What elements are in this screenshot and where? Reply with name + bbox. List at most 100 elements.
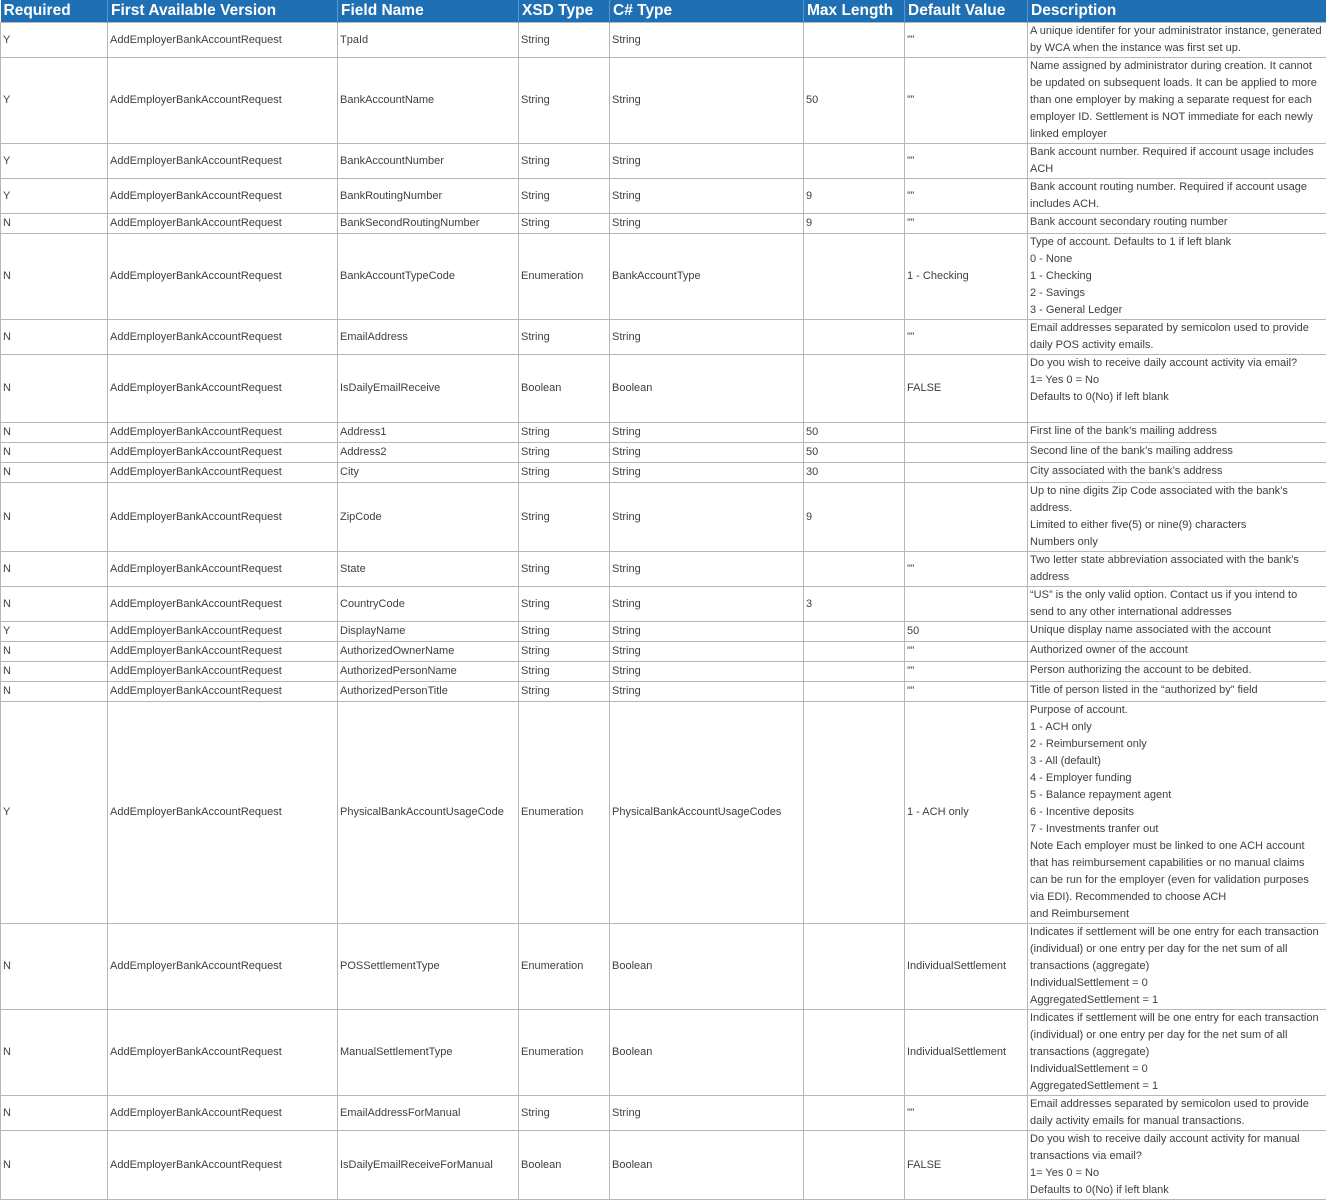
cell-description: Bank account routing number. Required if… [1028, 179, 1326, 214]
cell-required: N [1, 552, 108, 587]
table-row: NAddEmployerBankAccountRequestStateStrin… [1, 552, 1326, 587]
cell-cs-type: PhysicalBankAccountUsageCodes [610, 702, 804, 924]
cell-xsd-type: String [519, 423, 610, 443]
col-max-length: Max Length [804, 0, 905, 23]
cell-max-length [804, 1010, 905, 1096]
cell-default-value: 50 [905, 622, 1028, 642]
cell-required: Y [1, 179, 108, 214]
cell-max-length [804, 702, 905, 924]
table-row: YAddEmployerBankAccountRequestDisplayNam… [1, 622, 1326, 642]
table-row: NAddEmployerBankAccountRequestAuthorized… [1, 642, 1326, 662]
cell-max-length [804, 552, 905, 587]
cell-version: AddEmployerBankAccountRequest [108, 1131, 338, 1200]
cell-required: N [1, 423, 108, 443]
cell-xsd-type: String [519, 642, 610, 662]
cell-cs-type: Boolean [610, 1010, 804, 1096]
cell-cs-type: String [610, 682, 804, 702]
cell-required: Y [1, 58, 108, 144]
table-row: YAddEmployerBankAccountRequestTpaIdStrin… [1, 23, 1326, 58]
col-default-value: Default Value [905, 0, 1028, 23]
cell-cs-type: String [610, 58, 804, 144]
cell-field-name: BankAccountName [338, 58, 519, 144]
cell-version: AddEmployerBankAccountRequest [108, 1010, 338, 1096]
cell-description: First line of the bank’s mailing address [1028, 423, 1326, 443]
cell-description: A unique identifer for your administrato… [1028, 23, 1326, 58]
cell-field-name: CountryCode [338, 587, 519, 622]
cell-version: AddEmployerBankAccountRequest [108, 320, 338, 355]
cell-default-value: ”” [905, 682, 1028, 702]
cell-xsd-type: String [519, 23, 610, 58]
cell-default-value [905, 423, 1028, 443]
cell-max-length: 3 [804, 587, 905, 622]
cell-description: Name assigned by administrator during cr… [1028, 58, 1326, 144]
cell-max-length: 9 [804, 214, 905, 234]
cell-default-value: 1 - Checking [905, 234, 1028, 320]
cell-version: AddEmployerBankAccountRequest [108, 23, 338, 58]
cell-description: Purpose of account. 1 - ACH only 2 - Rei… [1028, 702, 1326, 924]
table-row: YAddEmployerBankAccountRequestBankAccoun… [1, 58, 1326, 144]
cell-description: Indicates if settlement will be one entr… [1028, 924, 1326, 1010]
table-row: NAddEmployerBankAccountRequestAddress2St… [1, 443, 1326, 463]
cell-cs-type: BankAccountType [610, 234, 804, 320]
cell-default-value: ”” [905, 320, 1028, 355]
cell-field-name: AuthorizedPersonTitle [338, 682, 519, 702]
cell-xsd-type: String [519, 144, 610, 179]
cell-xsd-type: String [519, 463, 610, 483]
cell-required: N [1, 320, 108, 355]
cell-description: “US” is the only valid option. Contact u… [1028, 587, 1326, 622]
cell-cs-type: String [610, 214, 804, 234]
cell-cs-type: String [610, 23, 804, 58]
cell-default-value: ”” [905, 23, 1028, 58]
cell-cs-type: String [610, 587, 804, 622]
cell-max-length: 30 [804, 463, 905, 483]
cell-description: Authorized owner of the account [1028, 642, 1326, 662]
cell-cs-type: String [610, 1096, 804, 1131]
cell-description: Email addresses separated by semicolon u… [1028, 1096, 1326, 1131]
cell-xsd-type: Enumeration [519, 1010, 610, 1096]
cell-version: AddEmployerBankAccountRequest [108, 483, 338, 552]
cell-field-name: EmailAddress [338, 320, 519, 355]
table-row: NAddEmployerBankAccountRequestEmailAddre… [1, 320, 1326, 355]
cell-max-length [804, 622, 905, 642]
cell-xsd-type: Boolean [519, 355, 610, 423]
cell-cs-type: String [610, 662, 804, 682]
cell-max-length: 9 [804, 179, 905, 214]
cell-version: AddEmployerBankAccountRequest [108, 423, 338, 443]
cell-version: AddEmployerBankAccountRequest [108, 214, 338, 234]
cell-description: Bank account number. Required if account… [1028, 144, 1326, 179]
cell-version: AddEmployerBankAccountRequest [108, 702, 338, 924]
table-row: NAddEmployerBankAccountRequestAuthorized… [1, 662, 1326, 682]
cell-version: AddEmployerBankAccountRequest [108, 443, 338, 463]
cell-version: AddEmployerBankAccountRequest [108, 682, 338, 702]
cell-cs-type: String [610, 443, 804, 463]
cell-max-length [804, 320, 905, 355]
cell-required: N [1, 355, 108, 423]
table-row: NAddEmployerBankAccountRequestAddress1St… [1, 423, 1326, 443]
cell-cs-type: Boolean [610, 924, 804, 1010]
cell-field-name: BankAccountNumber [338, 144, 519, 179]
cell-max-length [804, 1096, 905, 1131]
table-row: NAddEmployerBankAccountRequestBankSecond… [1, 214, 1326, 234]
cell-field-name: AuthorizedOwnerName [338, 642, 519, 662]
cell-xsd-type: String [519, 1096, 610, 1131]
cell-required: Y [1, 702, 108, 924]
cell-description: Up to nine digits Zip Code associated wi… [1028, 483, 1326, 552]
cell-xsd-type: String [519, 662, 610, 682]
cell-max-length: 50 [804, 443, 905, 463]
cell-cs-type: String [610, 320, 804, 355]
cell-default-value: FALSE [905, 355, 1028, 423]
cell-version: AddEmployerBankAccountRequest [108, 1096, 338, 1131]
col-xsd-type: XSD Type [519, 0, 610, 23]
cell-xsd-type: String [519, 552, 610, 587]
cell-required: N [1, 1096, 108, 1131]
cell-field-name: IsDailyEmailReceiveForManual [338, 1131, 519, 1200]
cell-default-value: ”” [905, 179, 1028, 214]
cell-max-length [804, 682, 905, 702]
cell-field-name: POSSettlementType [338, 924, 519, 1010]
cell-version: AddEmployerBankAccountRequest [108, 924, 338, 1010]
cell-default-value: ”” [905, 662, 1028, 682]
table-row: NAddEmployerBankAccountRequestManualSett… [1, 1010, 1326, 1096]
cell-max-length [804, 1131, 905, 1200]
cell-default-value [905, 463, 1028, 483]
cell-max-length: 50 [804, 58, 905, 144]
